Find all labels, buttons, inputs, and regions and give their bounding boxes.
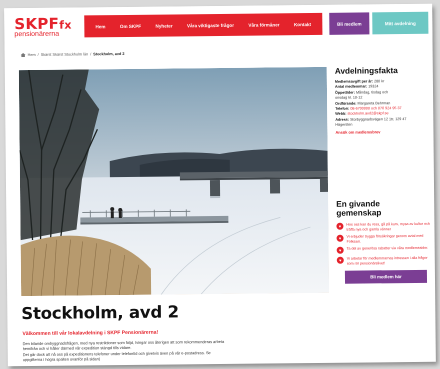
community-heading: En givande gemenskap xyxy=(336,199,382,218)
newsletter-link[interactable]: Ansök om medlemsbrev xyxy=(335,128,431,134)
my-department-button[interactable]: Mitt avdelning xyxy=(372,11,429,35)
site-header: SKPFfx pensionärerna Hem Om SKPF Nyheter… xyxy=(4,3,433,51)
breadcrumb-item-region[interactable]: Skärst Skärst Stockholm län xyxy=(41,52,89,56)
benefit-text: Hos oss kan du resa, gå på kurs, mysa av… xyxy=(346,221,430,232)
page-frame: SKPFfx pensionärerna Hem Om SKPF Nyheter… xyxy=(4,3,436,367)
welcome-text: Välkommen till vår lokalavdelning i SKPF… xyxy=(22,329,159,338)
home-icon[interactable] xyxy=(20,53,26,58)
heart-icon: ♥ xyxy=(336,257,344,265)
department-facts: Avdelningsfakta Medlemsavgift per år: 28… xyxy=(334,66,432,134)
logo-fx: fx xyxy=(59,18,72,32)
benefit-text: Vi erbjuder trygga försäkringar genom av… xyxy=(346,234,424,244)
community-box: En givande gemenskap ♥ Hos oss kan du re… xyxy=(336,199,433,284)
nav-item-contact[interactable]: Kontakt xyxy=(294,22,311,27)
fact-row: Hägersten xyxy=(335,122,353,128)
main-nav: Hem Om SKPF Nyheter Våra viktigaste fråg… xyxy=(84,12,323,38)
heart-icon: ♥ xyxy=(336,222,344,230)
benefit-item: ♥ Ta del av generösa rabatter via våra m… xyxy=(336,246,433,255)
hero-image xyxy=(18,66,330,297)
email-link[interactable]: stockholm.avd2@skpf.se xyxy=(346,112,388,116)
nav-item-home[interactable]: Hem xyxy=(96,24,106,29)
phone-link[interactable]: 08-6700000 och 070 924 95 37 xyxy=(349,106,401,111)
heart-icon: ♥ xyxy=(336,234,344,242)
facts-heading: Avdelningsfakta xyxy=(334,66,398,76)
breadcrumb-separator: / xyxy=(37,52,39,57)
site-logo[interactable]: SKPFfx pensionärerna xyxy=(14,15,72,38)
breadcrumb: Hem / Skärst Skärst Stockholm län / Stoc… xyxy=(20,51,125,58)
benefit-item: ♥ Vi arbetar för medlemmarnas intressen … xyxy=(336,256,433,266)
become-member-button[interactable]: Bli medlem xyxy=(329,12,370,35)
nav-item-about[interactable]: Om SKPF xyxy=(120,23,141,28)
page-title: Stockholm, avd 2 xyxy=(21,302,179,324)
intro-paragraph: Den bilande ombyggnadsfrågen, med nya re… xyxy=(23,338,323,363)
nav-item-news[interactable]: Nyheter xyxy=(155,23,172,28)
benefit-text: Vi arbetar för medlemmarnas intressen i … xyxy=(346,256,428,266)
benefit-text: Ta del av generösa rabatter via våra med… xyxy=(346,246,429,252)
breadcrumb-current: Stockholm, avd 2 xyxy=(93,51,125,57)
benefit-item: ♥ Vi erbjuder trygga försäkringar genom … xyxy=(336,234,433,244)
heart-icon: ♥ xyxy=(336,247,344,255)
winter-lake-photo xyxy=(18,66,330,297)
become-member-here-button[interactable]: Bli medlem här xyxy=(344,269,428,284)
nav-item-benefits[interactable]: Våra förmåner xyxy=(248,22,279,27)
breadcrumb-item-home[interactable]: Hem xyxy=(28,53,36,57)
benefit-item: ♥ Hos oss kan du resa, gå på kurs, mysa … xyxy=(336,222,432,232)
nav-item-issues[interactable]: Våra viktigaste frågor xyxy=(187,22,234,27)
breadcrumb-separator: / xyxy=(90,52,92,57)
